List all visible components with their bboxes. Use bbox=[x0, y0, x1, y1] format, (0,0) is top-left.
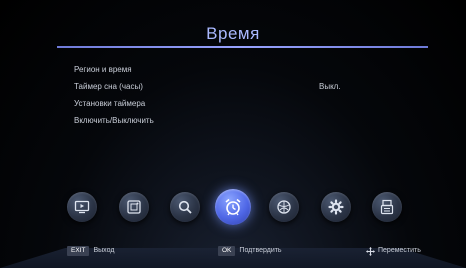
dock-system-button[interactable] bbox=[372, 192, 402, 222]
dock-internet-button[interactable] bbox=[269, 192, 299, 222]
move-label: Переместить bbox=[378, 247, 421, 254]
system-icon bbox=[380, 199, 394, 215]
sleep-timer-value: Выкл. bbox=[319, 82, 341, 91]
ok-label: Подтвердить bbox=[239, 247, 282, 254]
alarm-clock-icon bbox=[225, 198, 241, 216]
search-icon bbox=[178, 200, 192, 214]
menu-item-timer-settings[interactable]: Установки таймера bbox=[74, 95, 394, 112]
dock-media-button[interactable] bbox=[119, 192, 149, 222]
internet-icon bbox=[277, 200, 291, 214]
exit-key[interactable]: EXIT bbox=[67, 246, 90, 256]
page-title: Время bbox=[206, 24, 260, 43]
menu-item-region-time[interactable]: Регион и время bbox=[74, 61, 394, 78]
title-divider bbox=[57, 46, 428, 48]
tv-screen: Время Регион и время Таймер сна (часы) В… bbox=[0, 0, 466, 268]
menu-item-power-on-off[interactable]: Включить/Выключить bbox=[74, 112, 394, 129]
dock-tv-button[interactable] bbox=[67, 192, 97, 222]
tv-icon bbox=[74, 200, 90, 214]
media-icon bbox=[127, 200, 141, 214]
move-hint: Переместить bbox=[366, 244, 421, 258]
menu-item-label: Регион и время bbox=[74, 65, 132, 74]
dock-settings-button[interactable] bbox=[321, 192, 351, 222]
settings-gear-icon bbox=[328, 199, 344, 215]
ok-key[interactable]: OK bbox=[218, 246, 236, 256]
menu-item-sleep-timer[interactable]: Таймер сна (часы) Выкл. bbox=[74, 78, 394, 95]
ok-hint: OK Подтвердить bbox=[218, 244, 282, 258]
dock-search-button[interactable] bbox=[170, 192, 200, 222]
menu-item-label: Таймер сна (часы) bbox=[74, 82, 143, 91]
settings-menu: Регион и время Таймер сна (часы) Выкл. У… bbox=[74, 61, 394, 129]
exit-label: Выход bbox=[93, 247, 115, 254]
exit-hint: EXIT Выход bbox=[67, 244, 114, 258]
menu-item-label: Установки таймера bbox=[74, 99, 146, 108]
move-arrows-icon bbox=[366, 246, 375, 256]
dock-time-button[interactable] bbox=[215, 189, 251, 225]
menu-item-label: Включить/Выключить bbox=[74, 116, 154, 125]
